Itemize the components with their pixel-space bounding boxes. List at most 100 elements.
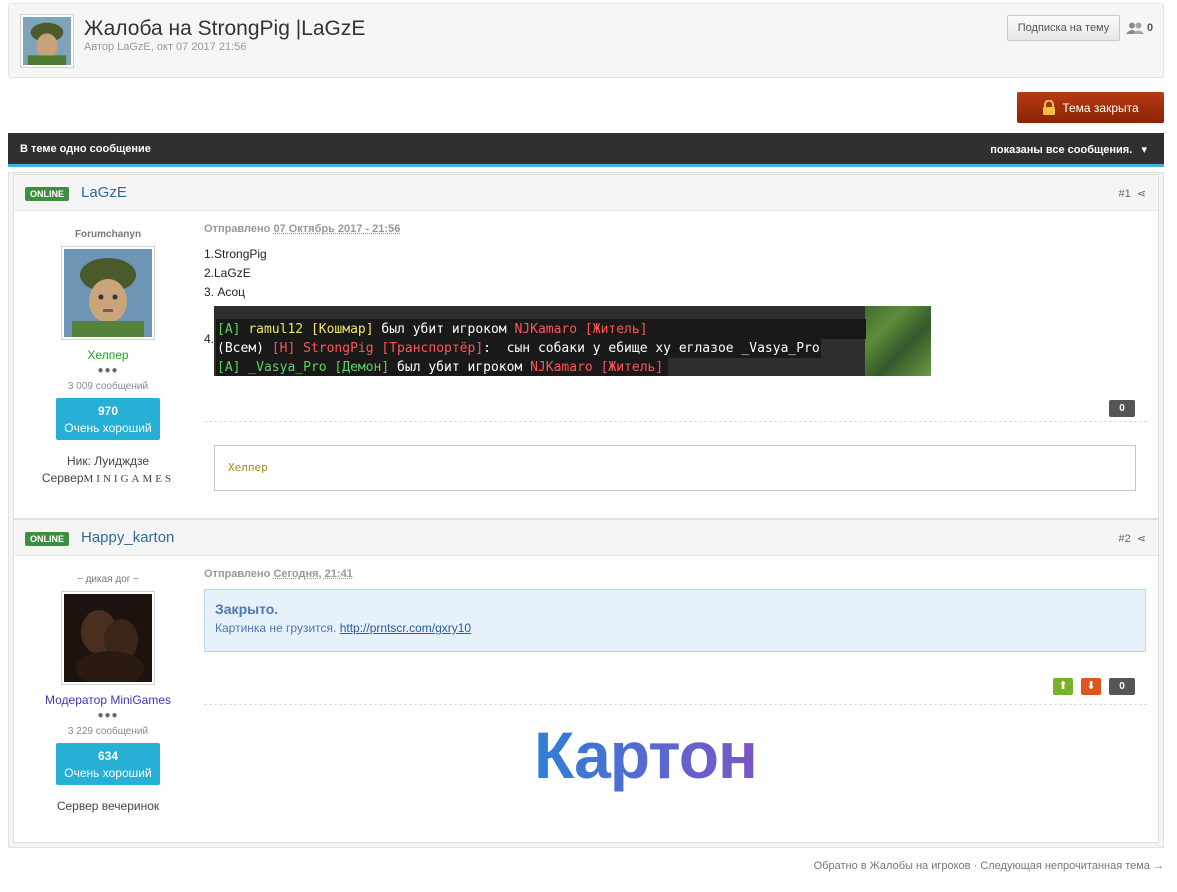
chat-line-part: [Житель]: [600, 360, 664, 375]
next-unread-link[interactable]: Следующая непрочитанная тема →: [980, 860, 1164, 872]
signature-divider: [204, 704, 1147, 705]
vote-up-button[interactable]: ⬆: [1053, 678, 1073, 695]
reputation-value: 634: [97, 749, 119, 763]
chat-line-part: : сын собаки у ебище ху еглазое _Vasya_P…: [483, 341, 820, 356]
custom-field-server: СерверMINIGAMES: [14, 471, 202, 485]
chat-line-part: NJKamaro: [514, 322, 585, 337]
post: ONLINE Happy_karton #2 ⋖ ~ дикая дог ~ М…: [13, 519, 1159, 843]
posted-date: 07 Октябрь 2017 - 21:56: [273, 223, 401, 235]
author-avatar[interactable]: [20, 14, 74, 68]
share-icon: ⋖: [1136, 188, 1146, 200]
chat-line-part: StrongPig: [303, 341, 382, 356]
post-number-link[interactable]: #2 ⋖: [1118, 532, 1146, 545]
custom-field-server: Сервер вечеринок: [56, 799, 160, 813]
reputation-label: Очень хороший: [64, 766, 152, 780]
user-title: ~ дикая дог ~: [76, 574, 140, 585]
post-count: 3 229 сообщений: [67, 726, 149, 737]
reputation-badge[interactable]: 970 Очень хороший: [56, 398, 160, 440]
post-number: #1: [1118, 188, 1131, 200]
avatar-image: [23, 17, 71, 65]
chat-line-part: [Кошмар]: [310, 322, 382, 337]
post-count: 3 009 сообщений: [67, 381, 149, 392]
notice-title: Закрыто.: [215, 601, 279, 617]
rank-pips: ●●●: [97, 710, 119, 721]
server-value: MINIGAMES: [83, 473, 175, 485]
online-badge: ONLINE: [25, 187, 70, 201]
post-date: Отправлено Сегодня, 21:41: [204, 568, 1147, 580]
lock-icon: [1043, 100, 1056, 115]
posts-bar: В теме одно сообщение показаны все сообщ…: [8, 133, 1164, 167]
avatar-image: [64, 249, 152, 337]
back-link[interactable]: Обратно в Жалобы на игроков: [814, 860, 971, 872]
post-number-link[interactable]: #1 ⋖: [1118, 187, 1146, 200]
chat-line-part: [Демон]: [334, 360, 398, 375]
user-group: Модератор MiniGames: [44, 693, 172, 707]
topic-closed-button[interactable]: Тема закрыта: [1017, 92, 1164, 123]
chat-line-part: _Vasya_Pro: [248, 360, 335, 375]
content-line: 3. Асоц: [204, 285, 246, 299]
page-title: Жалоба на StrongPig |LaGzE: [84, 17, 366, 40]
reputation-value: 970: [97, 404, 119, 418]
posts-count-label: В теме одно сообщение: [20, 143, 151, 155]
posted-date: Сегодня, 21:41: [273, 568, 353, 580]
share-icon: ⋖: [1136, 533, 1146, 545]
post-reputation-count: 0: [1109, 400, 1135, 417]
topic-meta: Автор LaGzE, окт 07 2017 21:56: [84, 41, 247, 53]
avatar[interactable]: [61, 246, 155, 340]
chat-line-part: был убит игроком: [397, 360, 531, 375]
post-date: Отправлено 07 Октябрь 2017 - 21:56: [204, 223, 1147, 235]
post-header: ONLINE Happy_karton #2 ⋖: [14, 520, 1158, 556]
chat-line: (Всем) [H] StrongPig [Транспортёр]: сын …: [214, 339, 820, 358]
post-author-link[interactable]: LaGzE: [81, 184, 127, 201]
server-label: Сервер: [41, 471, 84, 485]
rank-pips: ●●●: [97, 365, 119, 376]
post: ONLINE LaGzE #1 ⋖ Forumchanyn Хелпер ●●●…: [13, 174, 1159, 519]
avatar[interactable]: [61, 591, 155, 687]
chat-line-part: [H]: [271, 341, 304, 356]
notice-text: Картинка не грузится.: [215, 621, 337, 635]
reputation-controls: ⬆ ⬇ 0: [1053, 678, 1135, 695]
online-badge: ONLINE: [25, 532, 70, 546]
content-line: 4. [A] ramul12 [Кошмар] был убит игроком…: [204, 302, 1147, 376]
signature-logo-text: Картон: [534, 718, 757, 792]
topic-closed-label: Тема закрыта: [1062, 100, 1139, 115]
chat-line-part: NJKamaro: [530, 360, 601, 375]
filter-label: показаны все сообщения.: [990, 144, 1133, 156]
content-line-prefix: 4.: [204, 331, 215, 346]
screenshot-image[interactable]: [A] ramul12 [Кошмар] был убит игроком NJ…: [214, 306, 932, 376]
post-number: #2: [1118, 533, 1131, 545]
notice-body: Картинка не грузится. http://prntscr.com…: [215, 621, 1135, 635]
chat-line-part: (Всем): [217, 341, 272, 356]
reputation-controls: 0: [1109, 400, 1135, 417]
reputation-label: Очень хороший: [64, 421, 152, 435]
followers-count[interactable]: 0: [1126, 22, 1153, 34]
signature-divider: [204, 421, 1147, 422]
notice-link[interactable]: http://prntscr.com/gxry10: [340, 621, 471, 635]
reputation-badge[interactable]: 634 Очень хороший: [56, 743, 160, 785]
signature-logo: Картон: [534, 718, 758, 792]
caret-down-icon: ▾: [1135, 144, 1147, 156]
arrow-down-icon: ⬇: [1086, 680, 1096, 692]
posted-label: Отправлено: [204, 223, 271, 235]
chat-line-part: [A]: [217, 360, 249, 375]
user-group: Хелпер: [87, 348, 129, 362]
footer-navigation: Обратно в Жалобы на игроков · Следующая …: [814, 860, 1164, 872]
post-reputation-count: 0: [1109, 678, 1135, 695]
content-line: 2.LaGzE: [204, 266, 251, 280]
moderator-notice: Закрыто. Картинка не грузится. http://pr…: [204, 589, 1146, 652]
post-author-link[interactable]: Happy_karton: [81, 529, 174, 546]
filter-dropdown[interactable]: показаны все сообщения. ▾: [990, 143, 1147, 156]
posts-container: ONLINE LaGzE #1 ⋖ Forumchanyn Хелпер ●●●…: [8, 172, 1164, 848]
user-title: Forumchanyn: [74, 229, 142, 240]
post-content: 1.StrongPig 2.LaGzE 3. Асоц 4. [A] ramul…: [204, 245, 1147, 376]
custom-field-nick: Ник: Луидждзе: [66, 454, 150, 468]
vote-down-button[interactable]: ⬇: [1081, 678, 1101, 695]
footer-separator: ·: [973, 860, 978, 872]
content-line: 1.StrongPig: [204, 247, 267, 261]
chat-line-part: ramul12: [248, 322, 311, 337]
chat-line: [A] ramul12 [Кошмар] был убит игроком NJ…: [214, 320, 648, 339]
follow-button[interactable]: Подписка на тему: [1007, 15, 1120, 41]
posted-label: Отправлено: [204, 568, 271, 580]
chat-line: [A] _Vasya_Pro [Демон] был убит игроком …: [214, 358, 663, 376]
post-body: Отправлено 07 Октябрь 2017 - 21:56 1.Str…: [204, 211, 1147, 491]
